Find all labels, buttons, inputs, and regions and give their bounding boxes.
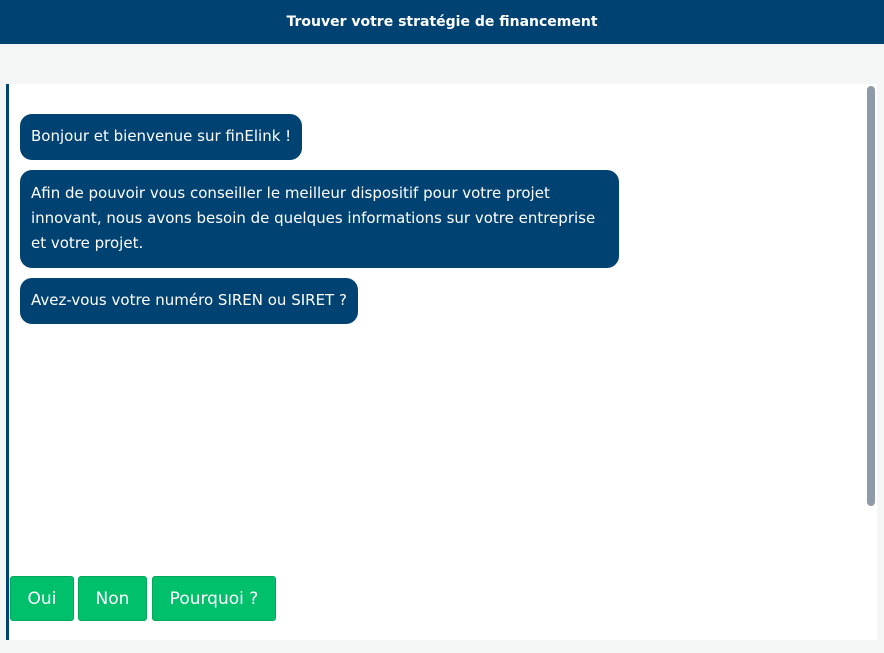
- bot-message-siren-question: Avez-vous votre numéro SIREN ou SIRET ?: [20, 278, 358, 324]
- no-button[interactable]: Non: [78, 576, 147, 621]
- chat-panel: [6, 84, 877, 640]
- page-header: Trouver votre stratégie de financement: [0, 0, 884, 44]
- chat-scrollbar-thumb[interactable]: [867, 86, 875, 506]
- yes-button[interactable]: Oui: [10, 576, 74, 621]
- why-button[interactable]: Pourquoi ?: [152, 576, 276, 621]
- page-title: Trouver votre stratégie de financement: [286, 14, 598, 30]
- bot-message-welcome: Bonjour et bienvenue sur finElink !: [20, 114, 303, 160]
- bot-message-intro: Afin de pouvoir vous conseiller le meill…: [20, 170, 619, 268]
